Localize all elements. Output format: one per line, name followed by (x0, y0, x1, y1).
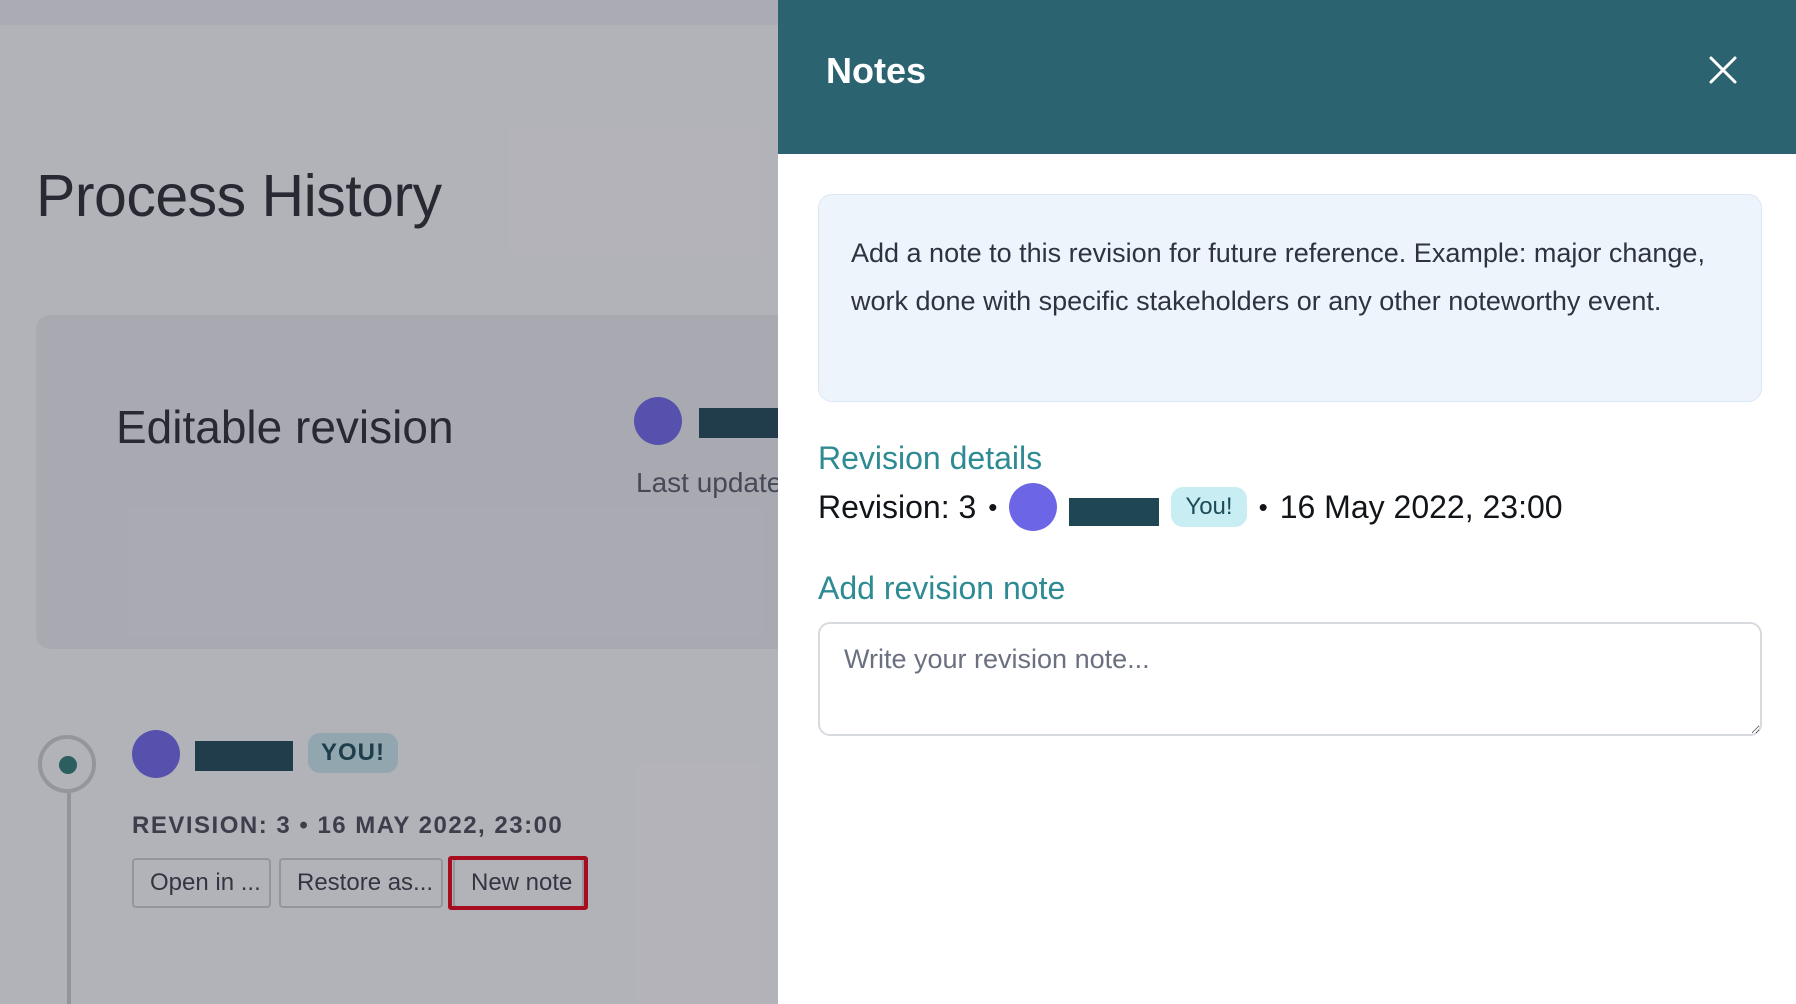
panel-title: Notes (826, 50, 927, 91)
close-button[interactable] (1702, 49, 1744, 91)
redacted-username (1069, 498, 1160, 526)
revision-details-row: Revision: 3 • You! • 16 May 2022, 23:00 (818, 482, 1563, 532)
info-text: Add a note to this revision for future r… (851, 238, 1705, 316)
add-revision-note-heading: Add revision note (818, 570, 1066, 606)
separator: • (988, 491, 998, 522)
notes-panel: Notes Add a note to this revision for fu… (778, 0, 1796, 1004)
revision-label: Revision: 3 (818, 488, 977, 525)
page: Process History Editable revision Last u… (0, 0, 1796, 1004)
revision-date: 16 May 2022, 23:00 (1279, 488, 1563, 525)
close-icon (1709, 56, 1737, 84)
separator: • (1258, 491, 1268, 522)
panel-header: Notes (778, 0, 1796, 154)
revision-note-input[interactable] (818, 622, 1762, 736)
info-callout: Add a note to this revision for future r… (818, 194, 1762, 402)
revision-details-heading: Revision details (818, 440, 1043, 476)
you-badge: You! (1171, 487, 1247, 527)
avatar (1009, 483, 1058, 531)
